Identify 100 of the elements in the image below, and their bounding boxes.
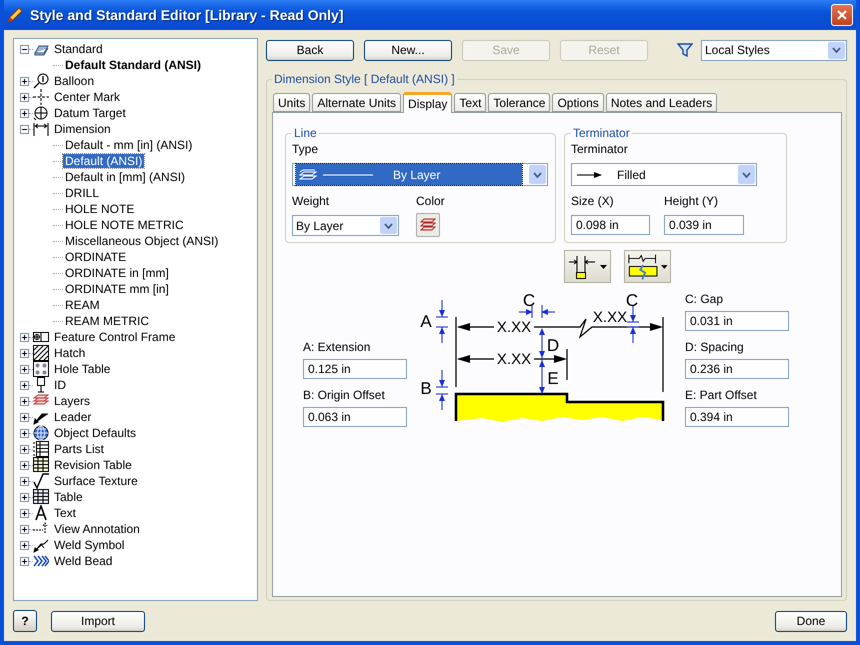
value-field[interactable]: 0.031 in	[685, 311, 789, 331]
expand-icon[interactable]	[20, 556, 29, 566]
offset-arrow-icon	[626, 304, 640, 344]
dimension-gap-icon	[568, 254, 598, 280]
value-field[interactable]: 0.063 in	[303, 407, 407, 427]
field-label: Color	[416, 194, 445, 208]
tree-item[interactable]: Text	[52, 506, 78, 520]
expand-icon[interactable]	[20, 508, 29, 518]
tab[interactable]: Options	[552, 93, 604, 112]
tree-item[interactable]: Default Standard (ANSI)	[63, 58, 204, 72]
expand-icon[interactable]	[20, 332, 29, 342]
tree-item[interactable]: Parts List	[52, 442, 106, 456]
tree-item[interactable]: Layers	[52, 394, 92, 408]
tab[interactable]: Alternate Units	[312, 93, 402, 112]
group-title: Dimension Style [ Default (ANSI) ]	[273, 72, 456, 86]
tree-item[interactable]: Hole Table	[52, 362, 112, 376]
value-field[interactable]: 0.125 in	[303, 359, 407, 379]
toolbar-button[interactable]: New...	[364, 40, 452, 60]
field-label: C: Gap	[685, 292, 724, 306]
tree-item[interactable]: Miscellaneous Object (ANSI)	[63, 234, 220, 248]
close-button[interactable]	[831, 4, 853, 26]
import-button[interactable]: Import	[51, 610, 145, 632]
expand-icon[interactable]	[20, 524, 29, 534]
tab[interactable]: Text	[454, 93, 486, 112]
field-label: A: Extension	[303, 340, 372, 354]
tree-item[interactable]: Center Mark	[52, 90, 122, 104]
value-field[interactable]: 0.039 in	[664, 215, 744, 235]
tree-item[interactable]: View Annotation	[52, 522, 142, 536]
expand-icon[interactable]	[20, 396, 29, 406]
tree-item[interactable]: ORDINATE mm [in]	[63, 282, 171, 296]
tree-item[interactable]: Hatch	[52, 346, 88, 360]
tree-item[interactable]: Feature Control Frame	[52, 330, 178, 344]
value-field[interactable]: 0.394 in	[685, 407, 789, 427]
done-button[interactable]: Done	[775, 610, 847, 632]
line-weight-dropdown[interactable]: By Layer	[292, 215, 399, 236]
tree-item[interactable]: DRILL	[63, 186, 102, 200]
tree-item[interactable]: Revision Table	[52, 458, 134, 472]
hatch-icon	[33, 345, 49, 361]
filter-icon[interactable]	[677, 42, 693, 58]
tree-item[interactable]: Balloon	[52, 74, 96, 88]
diagram-label: C	[522, 291, 536, 310]
field-label: E: Part Offset	[685, 388, 758, 402]
dimension-style-button[interactable]	[564, 250, 611, 283]
expand-icon[interactable]	[20, 348, 29, 358]
diagram-label: C	[626, 291, 638, 310]
help-button[interactable]: ?	[13, 610, 37, 632]
tree-item[interactable]: HOLE NOTE METRIC	[63, 218, 186, 232]
expand-icon[interactable]	[20, 428, 29, 438]
expand-icon[interactable]	[20, 412, 29, 422]
tree-item[interactable]: ID	[52, 378, 68, 392]
layers-icon	[420, 218, 436, 232]
value-field[interactable]: 0.098 in	[571, 215, 650, 235]
tree-item[interactable]: REAM METRIC	[63, 314, 151, 328]
expand-icon[interactable]	[20, 492, 29, 502]
tree-item[interactable]: Standard	[52, 42, 105, 56]
tree-item[interactable]: Dimension	[52, 122, 113, 136]
tab[interactable]: Display	[403, 92, 452, 113]
tree-item[interactable]: REAM	[63, 298, 102, 312]
line-sample-icon	[323, 172, 373, 176]
tree-item[interactable]: Table	[52, 490, 85, 504]
field-label: Size (X)	[571, 194, 615, 208]
tree-item[interactable]: Leader	[52, 410, 94, 424]
toolbar-button[interactable]: Back	[266, 40, 354, 60]
tree-item[interactable]: Datum Target	[52, 106, 128, 120]
collapse-icon[interactable]	[20, 124, 29, 134]
tab[interactable]: Units	[273, 93, 310, 112]
value-field[interactable]: 0.236 in	[685, 359, 789, 379]
caret-icon	[742, 172, 751, 178]
color-button[interactable]	[416, 213, 440, 237]
break-style-button[interactable]	[624, 250, 671, 283]
tree-item[interactable]: Default - mm [in] (ANSI)	[63, 138, 194, 152]
gap-arrow-icon	[518, 304, 556, 318]
extension-line	[566, 349, 568, 380]
expand-icon[interactable]	[20, 540, 29, 550]
expand-icon[interactable]	[20, 380, 29, 390]
tab[interactable]: Notes and Leaders	[606, 93, 718, 112]
tree-item[interactable]: Object Defaults	[52, 426, 138, 440]
tree-item[interactable]: Weld Bead	[52, 554, 114, 568]
field-label: Height (Y)	[664, 194, 720, 208]
tree-item[interactable]: HOLE NOTE	[63, 202, 136, 216]
expand-icon[interactable]	[20, 92, 29, 102]
expand-icon[interactable]	[20, 476, 29, 486]
tree-item[interactable]: Default in [mm] (ANSI)	[63, 170, 188, 184]
tree-item[interactable]: ORDINATE in [mm]	[63, 266, 171, 280]
expand-icon[interactable]	[20, 444, 29, 454]
terminator-dropdown[interactable]: Filled	[571, 163, 757, 186]
tab[interactable]: Tolerance	[488, 93, 550, 112]
expand-icon[interactable]	[20, 108, 29, 118]
tree-item[interactable]: Default (ANSI)	[63, 154, 144, 168]
expand-icon[interactable]	[20, 76, 29, 86]
tree-item[interactable]: Weld Symbol	[52, 538, 126, 552]
window-title: Style and Standard Editor [Library - Read Only]	[30, 7, 344, 23]
tree-item[interactable]: Surface Texture	[52, 474, 140, 488]
style-filter-dropdown[interactable]: Local Styles	[701, 40, 847, 60]
line-type-dropdown[interactable]: By Layer	[292, 163, 548, 186]
diagram-label: X.XX	[496, 319, 532, 336]
tree-item[interactable]: ORDINATE	[63, 250, 128, 264]
expand-icon[interactable]	[20, 460, 29, 470]
expand-icon[interactable]	[20, 364, 29, 374]
collapse-icon[interactable]	[20, 44, 29, 54]
